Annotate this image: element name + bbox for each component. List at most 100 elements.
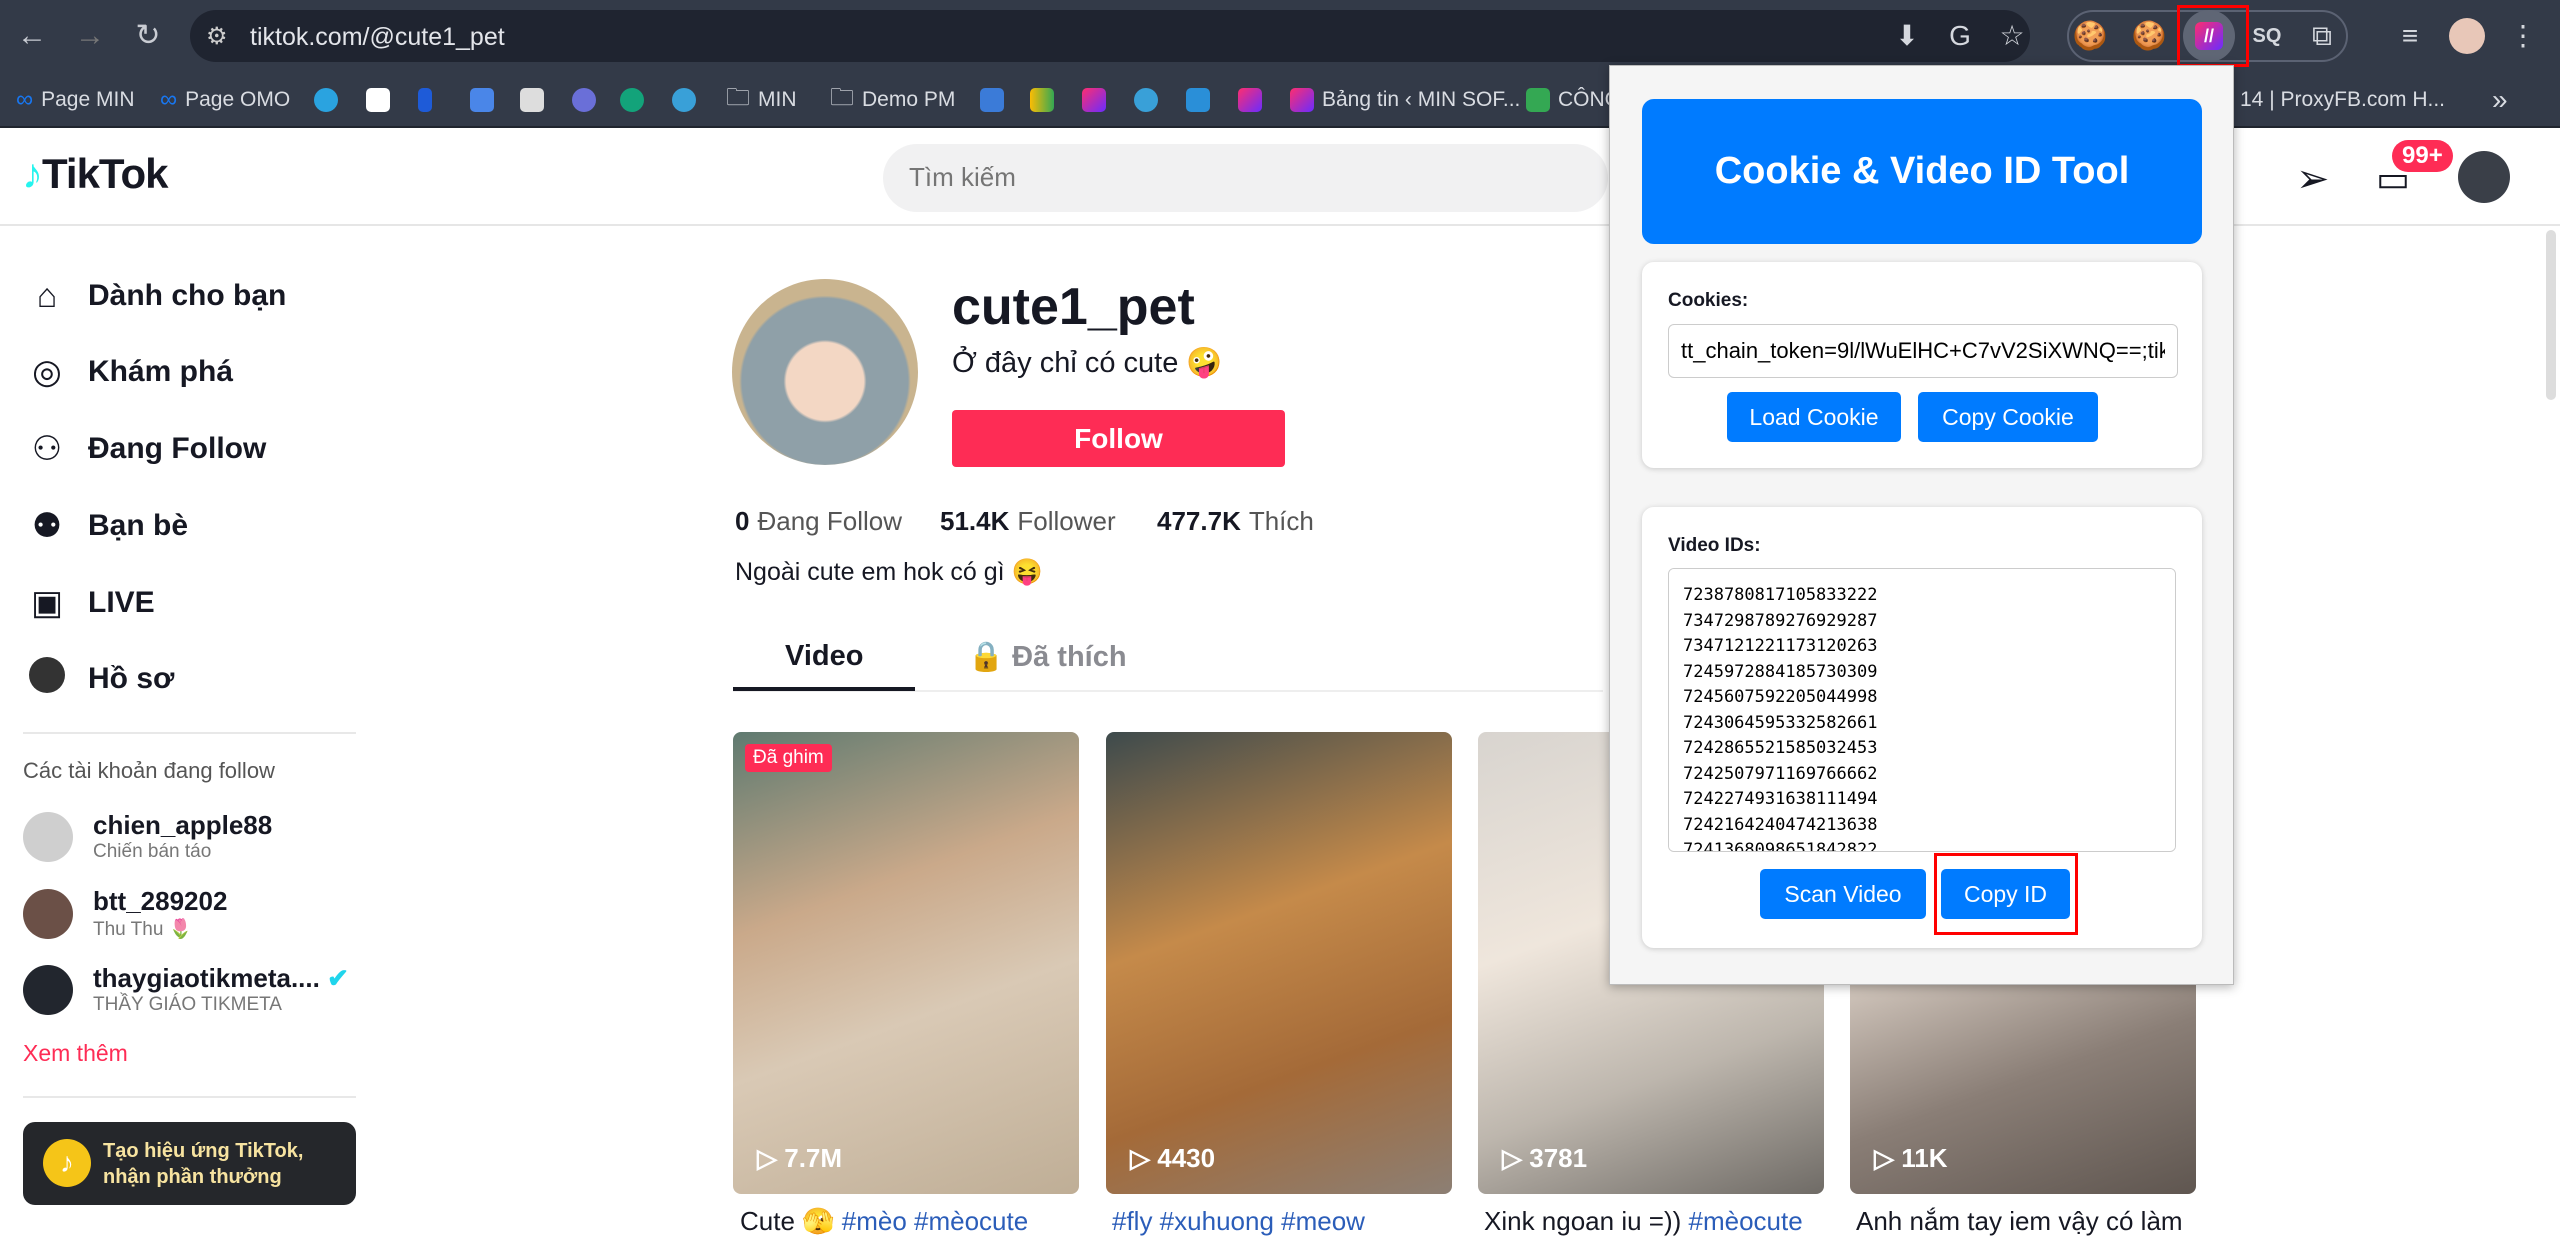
bookmark-translate[interactable] bbox=[470, 82, 494, 118]
bookmark-page-omo[interactable]: ∞ Page OMO bbox=[160, 82, 290, 118]
tab-liked[interactable]: 🔒 Đã thích bbox=[968, 640, 1127, 674]
bookmark-page-min[interactable]: ∞ Page MIN bbox=[16, 82, 134, 118]
bookmark-min-2[interactable] bbox=[1238, 82, 1262, 118]
bookmark-proxyfb[interactable]: 14 | ProxyFB.com H... bbox=[2240, 82, 2445, 118]
bookmark-feed[interactable] bbox=[980, 82, 1004, 118]
forward-button[interactable]: → bbox=[72, 18, 108, 54]
video-caption[interactable]: #fly #xuhuong #meow bbox=[1112, 1206, 1458, 1237]
sidebar-item-live[interactable]: ▣ LIVE bbox=[28, 578, 155, 628]
sidebar-divider bbox=[23, 1096, 356, 1098]
tiktok-note-icon: ♪ bbox=[22, 150, 43, 197]
sidebar-item-profile[interactable]: Hồ sơ bbox=[28, 654, 174, 704]
copy-cookie-button[interactable]: Copy Cookie bbox=[1918, 392, 2098, 442]
effect-banner[interactable]: ♪ Tạo hiệu ứng TikTok, nhận phần thưởng bbox=[23, 1122, 356, 1205]
view-count: ▷ 11K bbox=[1874, 1143, 1948, 1173]
bookmarks-overflow-button[interactable]: » bbox=[2492, 82, 2508, 118]
media-control-icon[interactable]: ≡ bbox=[2392, 18, 2428, 54]
sidebar-item-explore[interactable]: ◎ Khám phá bbox=[28, 347, 233, 397]
bookmark-arrows[interactable] bbox=[1186, 82, 1210, 118]
sq-extension-icon[interactable]: SQ bbox=[2249, 18, 2285, 54]
extension-popup: Cookie & Video ID Tool Cookies: Load Coo… bbox=[1609, 65, 2234, 985]
bookmark-circle-2[interactable] bbox=[1134, 82, 1158, 118]
follow-button[interactable]: Follow bbox=[952, 410, 1285, 467]
following-accounts-title: Các tài khoản đang follow bbox=[23, 758, 275, 783]
play-icon: ▷ bbox=[1130, 1143, 1150, 1173]
sidebar-item-friends[interactable]: ⚉ Bạn bè bbox=[28, 501, 188, 551]
active-tab-indicator bbox=[733, 687, 915, 691]
circle-icon bbox=[1134, 88, 1158, 112]
folder-icon: 🗀 bbox=[726, 83, 750, 111]
sidebar-item-following[interactable]: ⚇ Đang Follow bbox=[28, 424, 267, 474]
video-caption[interactable]: Cute 🫣 #mèo #mèocute bbox=[740, 1206, 1086, 1237]
video-card[interactable]: ▷ 4430 bbox=[1106, 732, 1452, 1194]
tab-video[interactable]: Video bbox=[785, 640, 863, 673]
bookmark-ads[interactable] bbox=[1030, 82, 1054, 118]
video-ids-textarea[interactable]: 7238780817105833222 7347298789276929287 … bbox=[1668, 568, 2176, 852]
stat-following[interactable]: 0 Đang Follow bbox=[735, 506, 902, 537]
bookmark-star-icon[interactable]: ☆ bbox=[1994, 18, 2030, 54]
bookmark-green[interactable] bbox=[620, 82, 644, 118]
video-caption[interactable]: Xink ngoan iu =)) #mèocute bbox=[1484, 1206, 1830, 1237]
see-more-link[interactable]: Xem thêm bbox=[23, 1040, 128, 1067]
video-card[interactable]: Đã ghim ▷ 7.7M bbox=[733, 732, 1079, 1194]
highlight-box bbox=[1934, 853, 2078, 935]
profile-nickname: Ở đây chỉ có cute 🤪 bbox=[952, 347, 1223, 379]
profile-avatar-image bbox=[732, 279, 918, 465]
search-input[interactable] bbox=[909, 162, 1409, 193]
scan-video-button[interactable]: Scan Video bbox=[1760, 869, 1926, 919]
sidebar-item-for-you[interactable]: ⌂ Dành cho bạn bbox=[28, 271, 287, 321]
cookies-section: Cookies: Load Cookie Copy Cookie bbox=[1642, 262, 2202, 468]
cookie-v1-extension-icon[interactable]: 🍪 bbox=[2131, 18, 2167, 54]
verified-badge-icon: ✔ bbox=[327, 963, 349, 993]
profile-avatar[interactable] bbox=[2449, 18, 2485, 54]
translate-icon[interactable]: G bbox=[1942, 18, 1978, 54]
account-item[interactable]: btt_289202 Thu Thu 🌷 bbox=[23, 886, 227, 941]
menu-kebab-icon[interactable]: ⋮ bbox=[2505, 18, 2541, 54]
min-icon bbox=[1238, 88, 1262, 112]
stat-likes: 477.7K Thích bbox=[1157, 506, 1314, 536]
page-scrollbar[interactable] bbox=[2546, 230, 2556, 400]
profile-icon bbox=[28, 656, 66, 702]
bookmark-min[interactable] bbox=[1082, 82, 1106, 118]
pinned-badge: Đã ghim bbox=[745, 744, 832, 772]
account-item[interactable]: thaygiaotikmeta.... ✔ THẦY GIÁO TIKMETA bbox=[23, 963, 349, 1016]
bookmark-cong[interactable]: CÔNG bbox=[1526, 82, 1621, 118]
google-translate-icon bbox=[470, 88, 494, 112]
folder-icon: 🗀 bbox=[830, 83, 854, 111]
bookmark-folder-demo-pm[interactable]: 🗀 Demo PM bbox=[830, 82, 955, 118]
bookmark-folder-min[interactable]: 🗀 MIN bbox=[726, 82, 797, 118]
load-cookie-button[interactable]: Load Cookie bbox=[1727, 392, 1901, 442]
arrows-icon bbox=[1186, 88, 1210, 112]
extensions-puzzle-icon[interactable]: ⧉ bbox=[2304, 18, 2340, 54]
video-caption[interactable]: Anh nắm tay iem vậy có làm bbox=[1856, 1206, 2202, 1237]
home-icon: ⌂ bbox=[36, 276, 58, 315]
stat-followers[interactable]: 51.4K Follower bbox=[940, 506, 1116, 537]
bookmark-icon bbox=[418, 88, 432, 112]
back-button[interactable]: ← bbox=[14, 18, 50, 54]
bookmark-telegram[interactable] bbox=[314, 82, 338, 118]
bookmark-owl[interactable] bbox=[572, 82, 596, 118]
send-icon[interactable]: ➢ bbox=[2296, 156, 2330, 202]
url-text: tiktok.com/@cute1_pet bbox=[250, 23, 505, 51]
play-icon: ▷ bbox=[757, 1143, 777, 1173]
tiktok-logo[interactable]: ♪TikTok bbox=[22, 150, 168, 198]
install-app-icon[interactable]: ⬇ bbox=[1889, 18, 1925, 54]
min-icon bbox=[1290, 88, 1314, 112]
user-avatar[interactable] bbox=[2458, 151, 2510, 203]
inbox-badge: 99+ bbox=[2392, 140, 2453, 172]
cookie-extension-icon[interactable]: 🍪 bbox=[2072, 18, 2108, 54]
site-settings-icon[interactable]: ⚙ bbox=[206, 22, 228, 51]
cookies-input[interactable] bbox=[1668, 324, 2178, 378]
address-bar[interactable]: ⚙ tiktok.com/@cute1_pet bbox=[190, 10, 2030, 62]
bookmark-s[interactable] bbox=[418, 82, 432, 118]
bookmark-bang-tin[interactable]: Bảng tin ‹ MIN SOF... bbox=[1290, 82, 1520, 118]
view-count: ▷ 3781 bbox=[1502, 1143, 1588, 1173]
bookmark-circle[interactable] bbox=[672, 82, 696, 118]
account-item[interactable]: chien_apple88 Chiến bán táo bbox=[23, 810, 272, 863]
reload-button[interactable]: ↻ bbox=[130, 18, 166, 54]
view-count: ▷ 4430 bbox=[1130, 1143, 1216, 1173]
bookmark-zalo[interactable] bbox=[366, 82, 390, 118]
account-avatar bbox=[23, 964, 73, 1015]
bookmark-store[interactable] bbox=[520, 82, 544, 118]
play-icon: ▷ bbox=[1502, 1143, 1522, 1173]
